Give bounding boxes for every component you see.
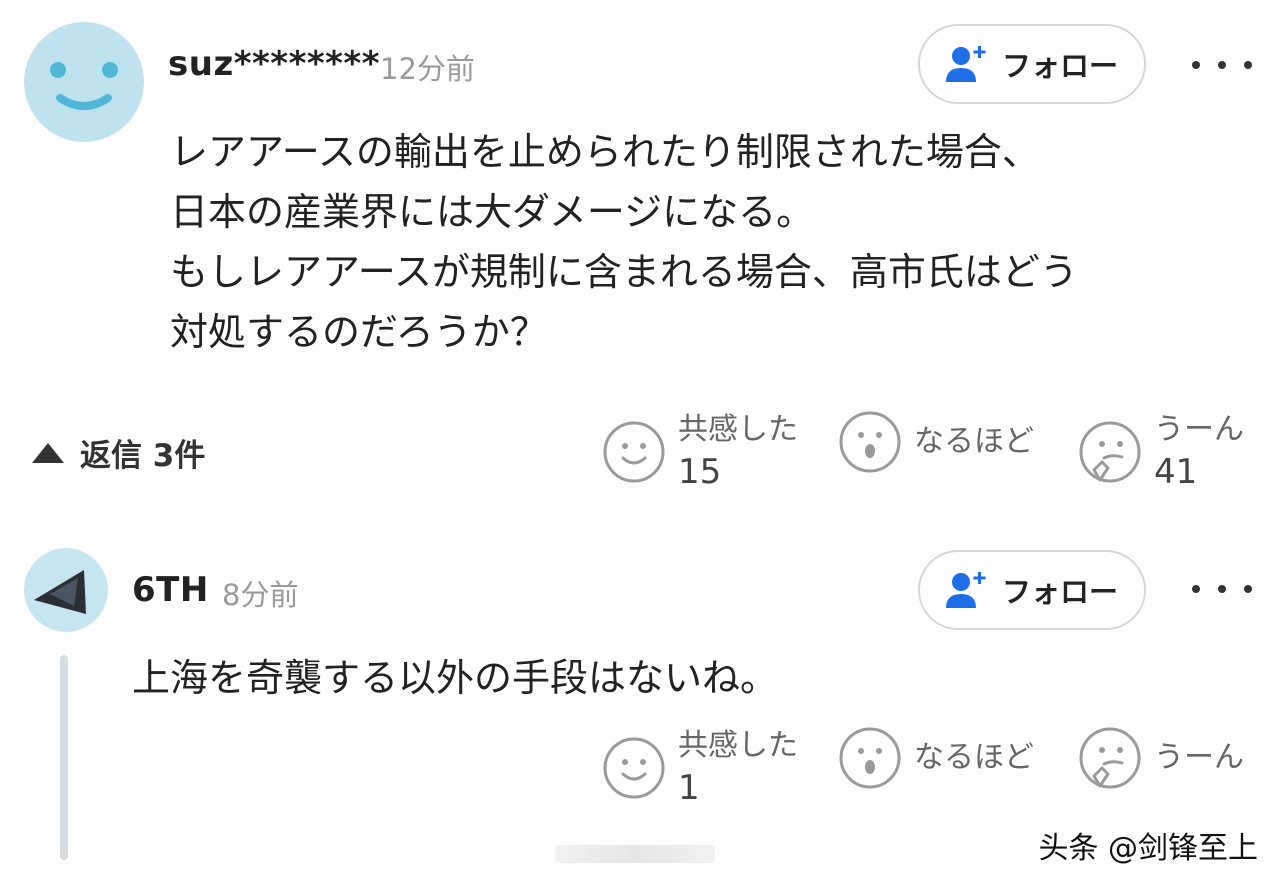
comment-text: レアアースの輸出を止められたり制限された場合、 日本の産業界には大ダメージになる… — [170, 122, 1078, 362]
comment-line: レアアースの輸出を止められたり制限された場合、 — [170, 130, 1040, 174]
surprised-face-icon — [839, 727, 901, 789]
reaction-hmm[interactable]: うーん 41 — [1078, 410, 1244, 494]
more-dots-icon — [1192, 585, 1200, 593]
replies-label: 返信 3件 — [80, 438, 206, 474]
comment-line: 上海を奇襲する以外の手段はないね。 — [132, 656, 779, 700]
reaction-empathy[interactable]: 共感した 15 — [602, 410, 798, 494]
reaction-label: うーん — [1154, 412, 1244, 447]
reaction-count: 41 — [1154, 452, 1198, 492]
comment-line: 対処するのだろうか？ — [170, 310, 548, 354]
more-dots-icon — [1192, 61, 1200, 69]
more-options-button[interactable] — [1192, 50, 1252, 80]
username[interactable]: 6TH — [132, 570, 209, 610]
post-time: 12分前 — [380, 52, 475, 86]
follow-button[interactable]: フォロー — [918, 24, 1146, 104]
sail-avatar-icon — [24, 548, 108, 632]
reaction-label: 共感した — [678, 412, 798, 447]
reaction-insight[interactable]: なるほど — [838, 410, 1034, 474]
follow-button[interactable]: フォロー — [918, 550, 1146, 630]
post-time: 8分前 — [222, 578, 299, 612]
comment-text: 上海を奇襲する以外の手段はないね。 — [132, 648, 778, 708]
follow-label: フォロー — [1001, 575, 1118, 609]
comment-line: 日本の産業界には大ダメージになる。 — [170, 190, 815, 234]
smiley-avatar-icon — [24, 22, 144, 142]
thread-line — [60, 655, 68, 860]
triangle-up-icon — [32, 442, 64, 463]
reaction-label: うーん — [1154, 740, 1244, 775]
username[interactable]: suz******** — [168, 44, 380, 84]
surprised-face-icon — [839, 411, 901, 473]
comment-line: もしレアアースが規制に含まれる場合、高市氏はどう — [170, 250, 1078, 294]
follow-label: フォロー — [1001, 49, 1118, 83]
reaction-hmm[interactable]: うーん — [1078, 726, 1244, 790]
thinking-face-icon — [1079, 727, 1141, 789]
thinking-face-icon — [1079, 421, 1141, 483]
add-user-icon — [945, 46, 986, 82]
smile-face-icon — [603, 737, 665, 799]
blurred-overlay — [555, 845, 715, 863]
avatar[interactable] — [24, 548, 108, 632]
reaction-label: なるほど — [914, 424, 1034, 459]
watermark: 头条 @剑锋至上 — [1038, 831, 1258, 866]
avatar[interactable] — [24, 22, 144, 142]
reaction-insight[interactable]: なるほど — [838, 726, 1034, 790]
smile-face-icon — [603, 421, 665, 483]
add-user-icon — [945, 572, 986, 608]
reaction-count: 1 — [678, 768, 700, 808]
replies-toggle[interactable]: 返信 3件 — [30, 430, 205, 475]
more-options-button[interactable] — [1192, 574, 1252, 604]
reaction-label: 共感した — [678, 728, 798, 763]
reaction-empathy[interactable]: 共感した 1 — [602, 726, 798, 810]
reaction-label: なるほど — [914, 740, 1034, 775]
reaction-count: 15 — [678, 452, 722, 492]
